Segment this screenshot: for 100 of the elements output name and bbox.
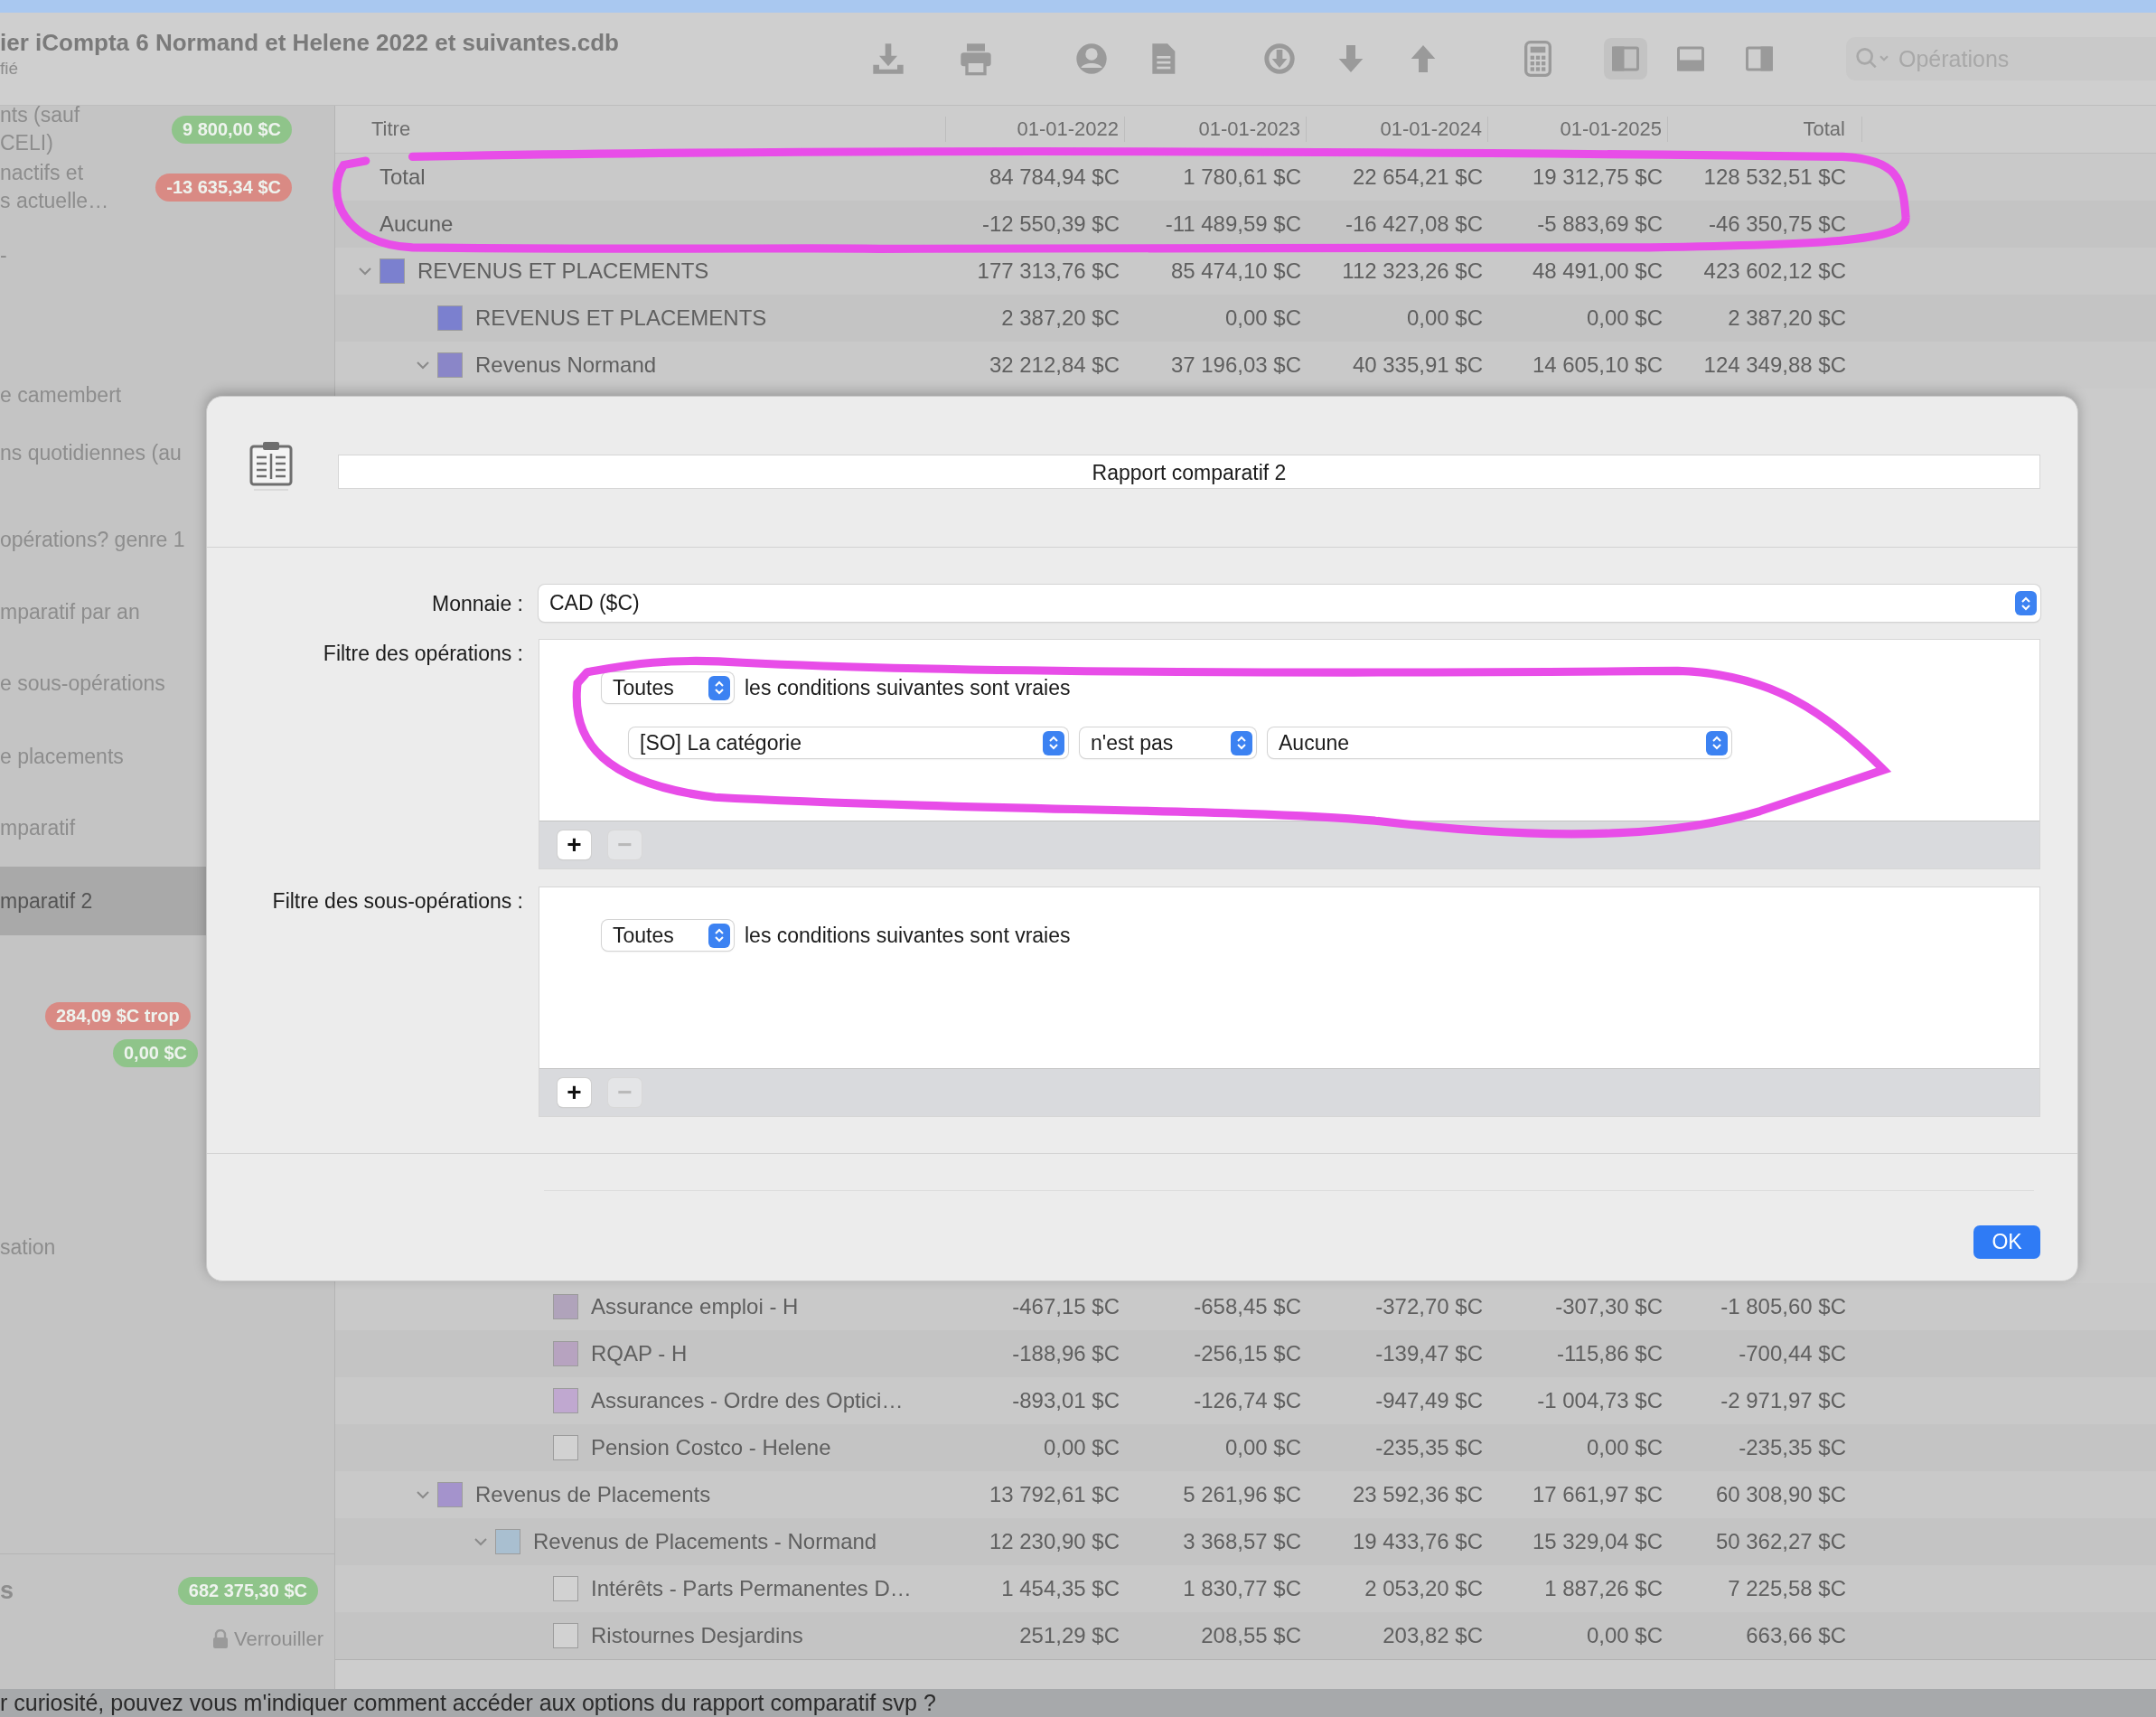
ok-button[interactable]: OK (1973, 1225, 2040, 1259)
table-cell-text: -1 004,73 $C (1536, 1388, 1664, 1413)
table-cell-text: -1 805,60 $C (1720, 1294, 1847, 1319)
amount-badge: 0,00 $C (113, 1039, 199, 1067)
table-cell-text: -115,86 $C (1556, 1341, 1664, 1366)
popup-menu[interactable]: n'est pas (1080, 727, 1256, 758)
column-header[interactable]: 01-01-2023 (1125, 117, 1307, 142)
row-title: REVENUS ET PLACEMENTS (475, 305, 767, 331)
printer-icon[interactable] (958, 41, 994, 77)
row-title: Total (380, 164, 426, 190)
table-cell-text: -700,44 $C (1738, 1341, 1847, 1366)
table-cell-text: 3 368,57 $C (1182, 1529, 1302, 1554)
stepper-icon (1706, 730, 1728, 755)
table-cell-text: -893,01 $C (1011, 1388, 1120, 1413)
table-cell-text: 84 784,94 $C (988, 164, 1120, 190)
lock-icon (211, 1629, 229, 1649)
table-cell-text: 0,00 $C (1223, 1435, 1302, 1460)
table-cell-text: -46 350,75 $C (1707, 211, 1847, 237)
conditions-text: les conditions suivantes sont vraies (745, 675, 1071, 700)
column-header[interactable]: 01-01-2025 (1488, 117, 1668, 142)
table-cell-text: 22 654,21 $C (1351, 164, 1484, 190)
table-cell-text: 23 592,36 $C (1351, 1482, 1484, 1507)
download-icon[interactable] (870, 41, 906, 77)
column-header[interactable]: Total (1668, 117, 1862, 142)
table-cell-text: 423 602,12 $C (1702, 258, 1847, 284)
stepper-icon (708, 923, 730, 948)
table-cell-text: -188,96 $C (1011, 1341, 1120, 1366)
row-title: REVENUS ET PLACEMENTS (417, 258, 709, 284)
field-label: Monnaie : (431, 590, 523, 616)
table-cell-text: -372,70 $C (1374, 1294, 1484, 1319)
row-title: Intérêts - Parts Permanentes D… (591, 1576, 912, 1601)
table-cell-text: 0,00 $C (1585, 1435, 1664, 1460)
table-row[interactable]: RQAP - H -188,96 $C -256,15 $C -139,47 $C -115,86 $C -700,44 $C (335, 1330, 2156, 1377)
table-cell-text: 13 792,61 $C (988, 1482, 1120, 1507)
table-cell-text: 15 329,04 $C (1531, 1529, 1664, 1554)
table-cell-text: 208,55 $C (1200, 1623, 1302, 1648)
table-cell-text: 2 387,20 $C (1000, 305, 1120, 331)
table-cell-text: 0,00 $C (1585, 1623, 1664, 1648)
table-cell-text: -256,15 $C (1193, 1341, 1302, 1366)
column-header[interactable]: Titre (335, 117, 946, 142)
table-cell-text: 251,29 $C (1018, 1623, 1120, 1648)
sidebar-item[interactable]: - (0, 221, 334, 289)
table-cell-text: 7 225,58 $C (1727, 1576, 1847, 1601)
row-title: Revenus de Placements (475, 1482, 711, 1507)
item-label: - (0, 242, 7, 268)
table-cell-text: -235,35 $C (1374, 1435, 1484, 1460)
item-label: mparatif 2 (0, 887, 93, 915)
table-row[interactable]: REVENUS ET PLACEMENTS 2 387,20 $C 0,00 $C 0,00 $C 0,00 $C 2 387,20 $C (335, 295, 2156, 342)
popup-menu[interactable]: Aucune (1268, 727, 1731, 758)
conditions-text: les conditions suivantes sont vraies (745, 923, 1071, 948)
download-circle-icon[interactable] (1261, 41, 1298, 77)
stepper-icon (2015, 591, 2037, 615)
name-field[interactable]: Rapport comparatif 2 (338, 455, 2040, 489)
popup-menu[interactable]: [SO] La catégorie (629, 727, 1068, 758)
table-cell-text: 2 387,20 $C (1727, 305, 1847, 331)
table-cell-text: -139,47 $C (1374, 1341, 1484, 1366)
table-row[interactable]: Ristournes Desjardins 251,29 $C 208,55 $C 203,82 $C 0,00 $C 663,66 $C (335, 1612, 2156, 1659)
table-row[interactable]: Aucune -12 550,39 $C -11 489,59 $C -16 427,08 $C -5 883,69 $C -46 350,75 $C (335, 201, 2156, 248)
table-row[interactable]: Pension Costco - Helene 0,00 $C 0,00 $C -235,35 $C 0,00 $C -235,35 $C (335, 1424, 2156, 1471)
table-cell-text: 37 196,03 $C (1169, 352, 1302, 378)
row-title: Ristournes Desjardins (591, 1623, 803, 1648)
table-row[interactable]: Revenus de Placements - Normand 12 230,90 $C 3 368,57 $C 19 433,76 $C 15 329,04 $C 50 362,27 $C (335, 1518, 2156, 1565)
table-cell-text: 203,82 $C (1382, 1623, 1484, 1648)
table-cell-text: -16 427,08 $C (1344, 211, 1484, 237)
stepper-icon (1231, 730, 1252, 755)
table-cell-text: 1 454,35 $C (1000, 1576, 1120, 1601)
column-header[interactable]: 01-01-2024 (1307, 117, 1488, 142)
table-cell-text: 40 335,91 $C (1351, 352, 1484, 378)
table-cell-text: -307,30 $C (1554, 1294, 1664, 1319)
popup-menu[interactable]: Toutes (602, 920, 734, 951)
sidebar-item[interactable]: 284,09 $C trop 0,00 $C (0, 994, 334, 1075)
add-button[interactable]: + (558, 830, 591, 859)
amount-badge: -13 635,34 $C (155, 173, 292, 202)
table-cell-text: 5 261,96 $C (1182, 1482, 1302, 1507)
table-cell-text: 19 433,76 $C (1351, 1529, 1484, 1554)
table-cell-text: -12 550,39 $C (980, 211, 1120, 237)
stepper-icon (708, 675, 730, 700)
table-cell-text: 112 323,26 $C (1341, 258, 1484, 284)
table-cell-text: -658,45 $C (1193, 1294, 1302, 1319)
amount-badge: 9 800,00 $C (172, 115, 292, 144)
field-label: Filtre des opérations : (322, 641, 523, 667)
table-cell-text: 0,00 $C (1585, 305, 1664, 331)
table-cell-text: 32 212,84 $C (988, 352, 1120, 378)
column-header[interactable]: 01-01-2022 (946, 117, 1125, 142)
row-title: Assurance emploi - H (591, 1294, 799, 1319)
add-button[interactable]: + (558, 1078, 591, 1107)
table-cell-text: 19 312,75 $C (1531, 164, 1664, 190)
table-cell-text: 60 308,90 $C (1714, 1482, 1847, 1507)
person-icon[interactable] (1073, 41, 1110, 77)
table-cell-text: 17 661,97 $C (1531, 1482, 1664, 1507)
amount-badge: 682 375,30 $C (177, 1576, 318, 1605)
sidebar-left-icon[interactable] (1604, 38, 1647, 80)
popup-menu[interactable]: CAD ($C) (539, 585, 2040, 622)
table-cell-text: -11 489,59 $C (1164, 211, 1302, 237)
row-title: Aucune (380, 211, 454, 237)
table-cell-text: -467,15 $C (1011, 1294, 1120, 1319)
amount-badge: 284,09 $C trop (45, 1002, 191, 1030)
table-cell-text: 177 313,76 $C (976, 258, 1120, 284)
row-title: Revenus de Placements - Normand (533, 1529, 877, 1554)
popup-menu[interactable]: Toutes (602, 672, 734, 703)
